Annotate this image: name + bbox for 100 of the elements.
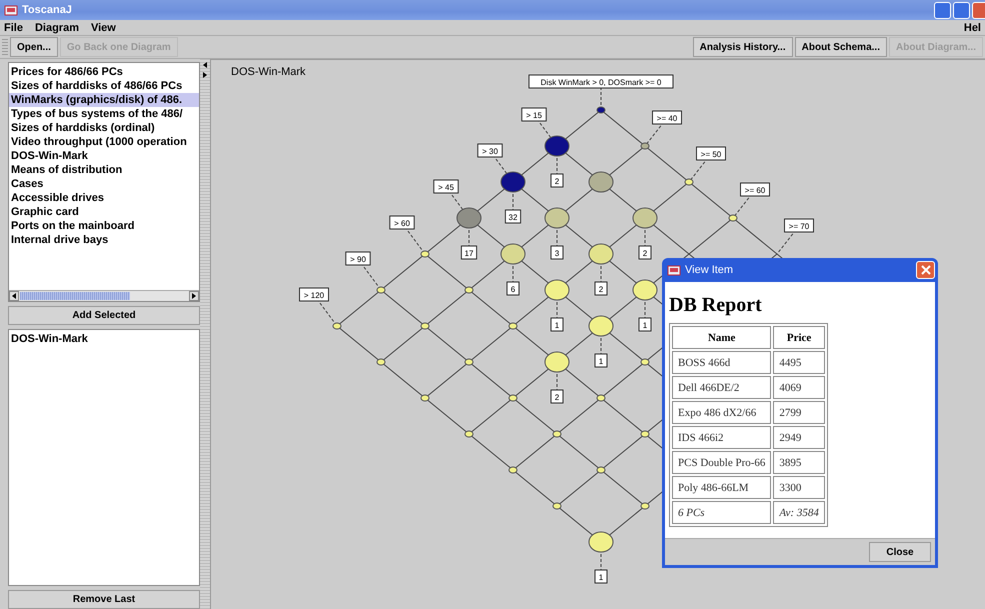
- table-cell: PCS Double Pro-66: [672, 451, 772, 474]
- concept-node[interactable]: [500, 244, 526, 264]
- concept-node[interactable]: [596, 394, 606, 402]
- attribute-label: > 120: [299, 288, 338, 326]
- list-item[interactable]: Means of distribution: [9, 163, 199, 177]
- concept-node[interactable]: [544, 208, 570, 228]
- table-cell: IDS 466i2: [672, 426, 772, 449]
- list-item[interactable]: Video throughput (1000 operation: [9, 135, 199, 149]
- toolbar-grip: [2, 39, 8, 55]
- table-cell: 3895: [773, 451, 825, 474]
- concept-node[interactable]: [684, 178, 694, 186]
- diagram-title: DOS-Win-Mark: [231, 66, 306, 78]
- object-count: 1: [550, 290, 564, 332]
- object-count: 17: [460, 218, 478, 260]
- menu-item[interactable]: Hel: [964, 22, 981, 34]
- remove-last-button[interactable]: Remove Last: [8, 590, 200, 609]
- concept-node[interactable]: [640, 358, 650, 366]
- concept-node[interactable]: [596, 106, 606, 114]
- concept-node[interactable]: [456, 208, 482, 228]
- list-item[interactable]: Sizes of harddisks (ordinal): [9, 121, 199, 135]
- report-heading: DB Report: [669, 294, 763, 317]
- add-selected-button[interactable]: Add Selected: [8, 306, 200, 325]
- table-cell: 4495: [773, 351, 825, 374]
- concept-node[interactable]: [500, 172, 526, 192]
- list-item[interactable]: WinMarks (graphics/disk) of 486.: [9, 93, 199, 107]
- dialog-title: View Item: [685, 264, 734, 276]
- concept-node[interactable]: [552, 502, 562, 510]
- table-cell: Dell 466DE/2: [672, 376, 772, 399]
- concept-node[interactable]: [420, 250, 430, 258]
- concept-node[interactable]: [376, 286, 386, 294]
- table-cell: 2799: [773, 401, 825, 424]
- list-item[interactable]: Graphic card: [9, 205, 199, 219]
- concept-node[interactable]: [588, 172, 614, 192]
- concept-node[interactable]: [464, 430, 474, 438]
- concept-node[interactable]: [588, 316, 614, 336]
- concept-node[interactable]: [508, 394, 518, 402]
- table-cell: Expo 486 dX2/66: [672, 401, 772, 424]
- window-title: ToscanaJ: [22, 4, 73, 16]
- concept-node[interactable]: [632, 208, 658, 228]
- concept-node[interactable]: [640, 430, 650, 438]
- list-item[interactable]: Sizes of harddisks of 486/66 PCs: [9, 79, 199, 93]
- toolbar-button[interactable]: About Schema...: [794, 37, 887, 57]
- object-count: 2: [550, 362, 564, 404]
- toolbar-button[interactable]: Analysis History...: [692, 37, 793, 57]
- list-item[interactable]: Cases: [9, 177, 199, 191]
- left-arrow-icon[interactable]: [10, 292, 18, 300]
- concept-node[interactable]: [508, 322, 518, 330]
- list-item[interactable]: Accessible drives: [9, 191, 199, 205]
- menu-item[interactable]: View: [90, 22, 116, 34]
- concept-node[interactable]: [632, 280, 658, 300]
- list-item[interactable]: DOS-Win-Mark: [9, 332, 199, 346]
- close-button[interactable]: [972, 2, 985, 19]
- horizontal-scrollbar[interactable]: [9, 290, 199, 301]
- close-button[interactable]: [916, 261, 935, 279]
- right-arrow-icon[interactable]: [201, 71, 209, 79]
- minimize-button[interactable]: [934, 2, 951, 19]
- object-count: 2: [550, 146, 564, 188]
- concept-node[interactable]: [544, 352, 570, 372]
- concept-node[interactable]: [640, 142, 650, 150]
- left-arrow-icon[interactable]: [201, 61, 209, 69]
- concept-node[interactable]: [544, 136, 570, 156]
- menu-item[interactable]: File: [4, 22, 23, 34]
- concept-node[interactable]: [544, 280, 570, 300]
- concept-node[interactable]: [508, 466, 518, 474]
- toolbar-button[interactable]: Open...: [10, 37, 58, 57]
- concept-node[interactable]: [376, 358, 386, 366]
- concept-node[interactable]: [728, 214, 738, 222]
- right-arrow-icon[interactable]: [190, 292, 198, 300]
- concept-node[interactable]: [640, 502, 650, 510]
- concept-node[interactable]: [588, 532, 614, 552]
- attribute-label: >= 60: [732, 182, 770, 218]
- concept-node[interactable]: [588, 244, 614, 264]
- concept-node[interactable]: [596, 466, 606, 474]
- attribute-label: >= 70: [776, 218, 814, 254]
- attribute-label: >= 40: [644, 110, 682, 146]
- attribute-label: > 60: [389, 216, 426, 254]
- list-item[interactable]: DOS-Win-Mark: [9, 149, 199, 163]
- table-cell: 3300: [773, 476, 825, 499]
- list-item[interactable]: Types of bus systems of the 486/: [9, 107, 199, 121]
- concept-node[interactable]: [464, 286, 474, 294]
- concept-node[interactable]: [552, 430, 562, 438]
- table-cell: 2949: [773, 426, 825, 449]
- attribute-label: >= 50: [688, 146, 726, 182]
- app-icon: [4, 4, 18, 16]
- list-item[interactable]: Prices for 486/66 PCs: [9, 65, 199, 79]
- object-count: 1: [638, 290, 652, 332]
- table-cell: 6 PCs: [672, 501, 772, 524]
- concept-node[interactable]: [420, 322, 430, 330]
- object-count: 6: [506, 254, 520, 296]
- table-cell: BOSS 466d: [672, 351, 772, 374]
- object-count: 3: [550, 218, 564, 260]
- concept-node[interactable]: [464, 358, 474, 366]
- menu-item[interactable]: Diagram: [34, 22, 79, 34]
- list-item[interactable]: Ports on the mainboard: [9, 219, 199, 233]
- concept-node[interactable]: [332, 322, 342, 330]
- maximize-button[interactable]: [953, 2, 970, 19]
- close-icon[interactable]: [920, 265, 930, 275]
- concept-node[interactable]: [420, 394, 430, 402]
- close-button[interactable]: Close: [869, 542, 931, 562]
- list-item[interactable]: Internal drive bays: [9, 233, 199, 247]
